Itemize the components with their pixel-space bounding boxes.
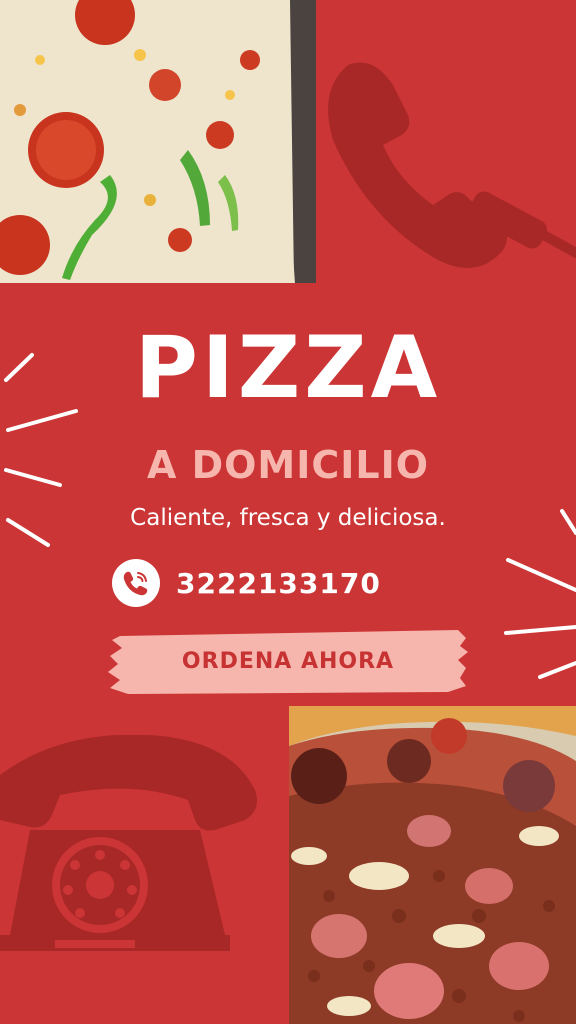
- phone-number[interactable]: 3222133170: [176, 567, 381, 600]
- pizza-photo-top: [0, 0, 316, 283]
- poster-subtitle: A DOMICILIO: [146, 443, 430, 487]
- phone-icon: [112, 559, 160, 607]
- phone-contact[interactable]: 3222133170: [112, 557, 381, 609]
- order-now-label[interactable]: ORDENA AHORA: [108, 628, 468, 694]
- rotary-telephone-icon: [0, 734, 260, 965]
- telephone-handset-icon: [318, 55, 576, 290]
- poster-tagline: Caliente, fresca y deliciosa.: [130, 505, 446, 531]
- poster-title: PIZZA: [134, 318, 442, 418]
- pizza-photo-bottom: [289, 706, 576, 1024]
- order-now-button[interactable]: ORDENA AHORA: [108, 628, 468, 694]
